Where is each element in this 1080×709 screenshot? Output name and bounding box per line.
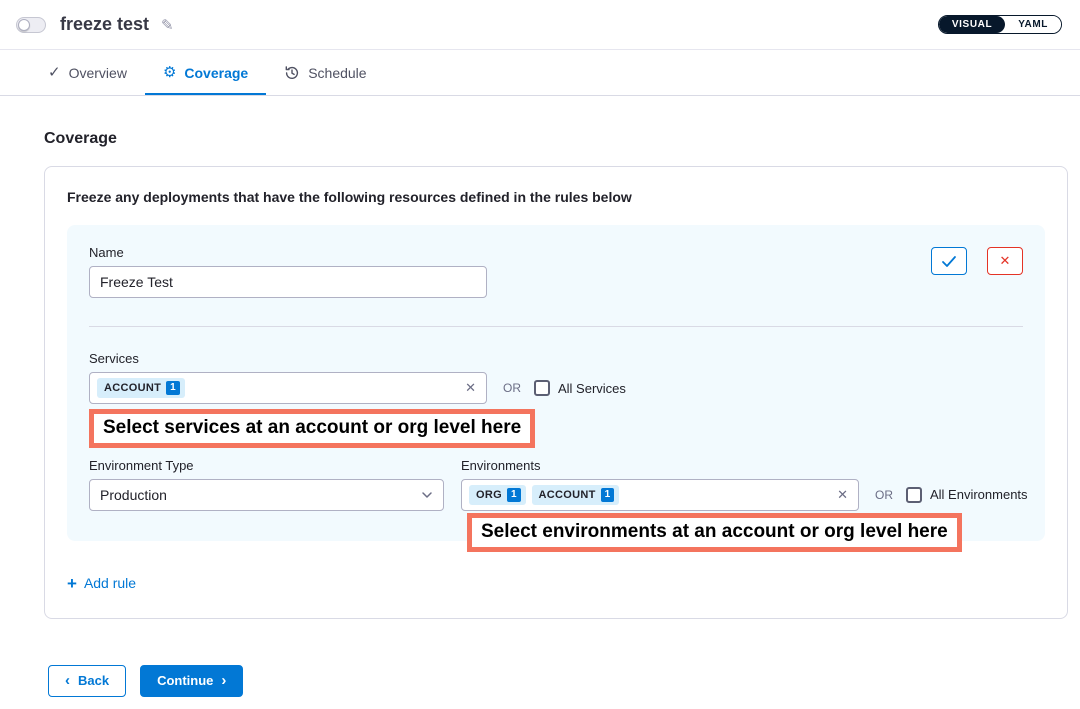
back-button[interactable]: ‹ Back — [48, 665, 126, 697]
all-services-checkbox[interactable] — [534, 380, 550, 396]
environment-tag-org-count: 1 — [507, 488, 521, 502]
environment-tag-org-label: ORG — [476, 489, 502, 501]
section-title: Coverage — [44, 130, 1068, 148]
toggle-knob — [18, 19, 30, 31]
tab-schedule[interactable]: Schedule — [266, 50, 384, 95]
visual-yaml-toggle: VISUAL YAML — [938, 15, 1062, 34]
environment-type-group: Environment Type Production — [89, 458, 444, 511]
close-icon: ✕ — [1000, 253, 1011, 269]
edit-title-icon[interactable]: ✎ — [161, 16, 174, 34]
all-environments-checkbox[interactable] — [906, 487, 922, 503]
environment-type-label: Environment Type — [89, 458, 444, 473]
plus-icon: + — [67, 575, 77, 592]
environments-or-label: OR — [875, 488, 893, 502]
divider — [89, 326, 1023, 327]
environment-type-value: Production — [100, 487, 167, 503]
annotation-environments: Select environments at an account or org… — [467, 513, 962, 552]
footer-actions: ‹ Back Continue › — [48, 665, 1068, 697]
rule-actions: ✕ — [931, 247, 1023, 275]
service-tag-label: ACCOUNT — [104, 382, 161, 394]
header: freeze test ✎ VISUAL YAML — [0, 0, 1080, 50]
apply-rule-button[interactable] — [931, 247, 967, 275]
rule-name-field-group: Name — [89, 245, 487, 298]
add-rule-button[interactable]: + Add rule — [67, 575, 136, 592]
environment-row: Environment Type Production Environments… — [89, 458, 1023, 511]
services-row: ACCOUNT 1 ✕ OR All Services — [89, 372, 1023, 404]
tab-overview-label: Overview — [69, 65, 127, 81]
rule-panel: Name ✕ Services A — [67, 225, 1045, 541]
environment-type-select[interactable]: Production — [89, 479, 444, 511]
environment-tag-account-label: ACCOUNT — [539, 489, 596, 501]
continue-button[interactable]: Continue › — [140, 665, 243, 697]
check-icon: ✓ — [48, 65, 61, 80]
services-label: Services — [89, 351, 1023, 366]
delete-rule-button[interactable]: ✕ — [987, 247, 1023, 275]
environment-tag-account-count: 1 — [601, 488, 615, 502]
chevron-down-icon — [421, 491, 433, 499]
continue-button-label: Continue — [157, 673, 213, 688]
gear-icon: ⚙ — [163, 65, 176, 80]
rule-name-row: Name ✕ — [89, 245, 1023, 298]
services-or-label: OR — [503, 381, 521, 395]
tab-coverage[interactable]: ⚙ Coverage — [145, 50, 266, 95]
environments-label: Environments — [461, 458, 1028, 473]
chevron-left-icon: ‹ — [65, 673, 70, 688]
tab-overview[interactable]: ✓ Overview — [30, 50, 145, 95]
all-services-label: All Services — [558, 381, 626, 396]
card-description: Freeze any deployments that have the fol… — [67, 189, 1045, 205]
tab-bar: ✓ Overview ⚙ Coverage Schedule — [0, 50, 1080, 96]
freeze-enabled-toggle[interactable] — [16, 17, 46, 33]
page-title: freeze test — [60, 14, 149, 35]
main-content: Coverage Freeze any deployments that hav… — [0, 96, 1080, 697]
environments-row-inner: ORG 1 ACCOUNT 1 ✕ OR — [461, 479, 1028, 511]
service-tag-count: 1 — [166, 381, 180, 395]
environment-tag-org[interactable]: ORG 1 — [469, 485, 526, 505]
tab-coverage-label: Coverage — [184, 65, 248, 81]
add-rule-label: Add rule — [84, 575, 136, 591]
schedule-icon — [284, 65, 300, 81]
tab-schedule-label: Schedule — [308, 65, 366, 81]
environment-tag-account[interactable]: ACCOUNT 1 — [532, 485, 620, 505]
back-button-label: Back — [78, 673, 109, 688]
visual-mode-button[interactable]: VISUAL — [939, 16, 1005, 33]
yaml-mode-button[interactable]: YAML — [1005, 16, 1061, 33]
clear-services-icon[interactable]: ✕ — [465, 380, 476, 396]
name-label: Name — [89, 245, 487, 260]
services-input[interactable]: ACCOUNT 1 ✕ — [89, 372, 487, 404]
check-icon — [941, 255, 957, 268]
environments-group: Environments ORG 1 ACCOUNT 1 — [461, 458, 1028, 511]
environments-input[interactable]: ORG 1 ACCOUNT 1 ✕ — [461, 479, 859, 511]
clear-environments-icon[interactable]: ✕ — [837, 487, 848, 503]
chevron-right-icon: › — [221, 673, 226, 688]
annotation-services: Select services at an account or org lev… — [89, 409, 535, 448]
coverage-card: Freeze any deployments that have the fol… — [44, 166, 1068, 619]
rule-name-input[interactable] — [89, 266, 487, 298]
freeze-studio-window: freeze test ✎ VISUAL YAML ✓ Overview ⚙ C… — [0, 0, 1080, 709]
all-environments-label: All Environments — [930, 487, 1028, 502]
service-tag[interactable]: ACCOUNT 1 — [97, 378, 185, 398]
